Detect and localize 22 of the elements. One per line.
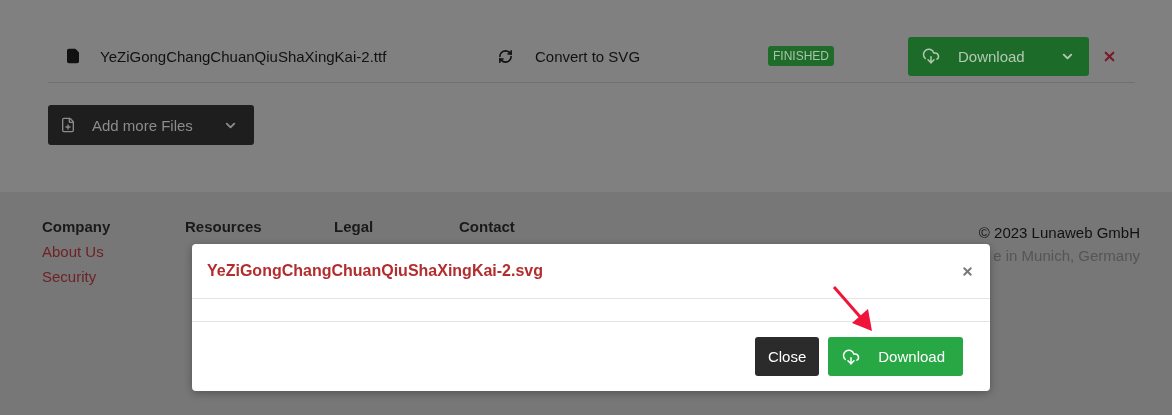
download-button[interactable]: Download [908,36,1089,76]
copyright-text: © 2023 Lunaweb GmbH [978,224,1140,241]
close-button[interactable]: Close [754,337,820,376]
close-icon[interactable] [961,264,974,278]
add-files-button[interactable]: Add more Files [48,105,254,145]
footer-heading: Contact [459,218,516,235]
footer-heading: Resources [185,218,263,235]
download-button[interactable]: Download [828,337,963,376]
dialog-title: YeZiGongChangChuanQiuShaXingKai-2.svg [207,262,544,280]
conversion-label: Convert to SVG [535,47,641,65]
footer-link[interactable]: About Us [42,243,185,260]
refresh-icon [498,48,513,64]
cloud-download-icon [922,47,940,65]
file-icon [65,48,81,64]
cloud-download-icon [842,347,861,366]
footer-heading: Legal [334,218,375,235]
footer-link[interactable]: Security [42,268,185,285]
status-badge: FINISHED [768,46,834,66]
arrow-annotation [832,286,872,331]
footer-heading: Company [42,218,112,235]
file-name: YeZiGongChangChuanQiuShaXingKai-2.ttf [100,47,387,65]
file-plus-icon [60,117,76,133]
